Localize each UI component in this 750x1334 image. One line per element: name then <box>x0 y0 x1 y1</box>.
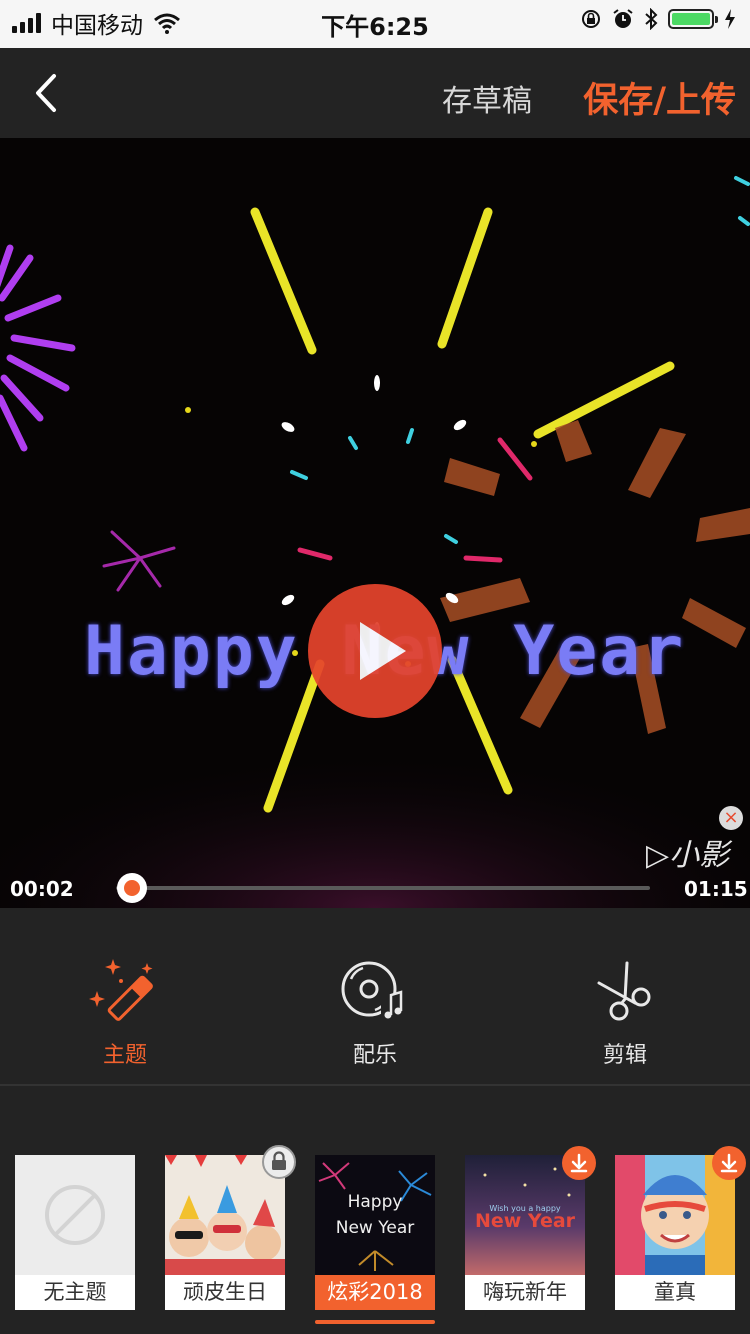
tool-music-label: 配乐 <box>352 1043 397 1068</box>
tool-edit[interactable]: 剪辑 <box>545 955 705 1069</box>
selected-indicator <box>315 1320 435 1324</box>
divider <box>0 1084 750 1086</box>
music-disc-icon <box>341 961 403 1019</box>
thumb-text-1: Happy <box>348 1192 403 1212</box>
status-bar: 中国移动 下午6:25 <box>0 0 750 48</box>
notification-dot <box>706 92 714 100</box>
fireworks-thumb-image: Happy New Year <box>315 1155 435 1275</box>
theme-label: 顽皮生日 <box>165 1275 285 1310</box>
total-time: 01:15 <box>684 877 748 901</box>
theme-label: 无主题 <box>15 1275 135 1310</box>
current-time: 00:02 <box>10 877 74 901</box>
nav-bar: 存草稿 保存/上传 <box>0 48 750 138</box>
download-icon[interactable] <box>562 1146 596 1180</box>
rotation-lock-icon <box>582 10 600 28</box>
back-button[interactable] <box>28 70 68 116</box>
download-icon[interactable] <box>712 1146 746 1180</box>
magic-wand-icon <box>89 959 153 1021</box>
alarm-icon <box>613 9 633 28</box>
charging-icon <box>725 9 735 29</box>
watermark-logo: ▷小影 <box>646 838 730 873</box>
theme-item-none[interactable]: 无主题 <box>15 1155 135 1310</box>
thumb-text-2: New Year <box>336 1218 414 1238</box>
tool-theme[interactable]: 主题 <box>45 955 205 1069</box>
thumb-text-2: New Year <box>475 1210 576 1232</box>
theme-item-dazzle-2018[interactable]: Happy New Year 炫彩2018 <box>315 1155 435 1310</box>
theme-label: 嗨玩新年 <box>465 1275 585 1310</box>
watermark-close-icon[interactable]: × <box>719 806 743 830</box>
battery-icon <box>668 9 718 29</box>
lock-icon <box>262 1145 296 1179</box>
theme-label: 炫彩2018 <box>315 1275 435 1310</box>
video-preview[interactable]: Happy New Year <box>0 138 750 908</box>
theme-thumb-none <box>15 1155 135 1275</box>
bluetooth-icon <box>645 8 658 30</box>
theme-thumb-dazzle: Happy New Year <box>315 1155 435 1275</box>
play-button[interactable] <box>308 584 442 718</box>
status-right <box>580 8 736 30</box>
fireworks-graphic <box>0 176 750 908</box>
progress-knob[interactable] <box>117 873 148 903</box>
tool-music[interactable]: 配乐 <box>295 955 455 1069</box>
progress-track[interactable] <box>116 886 650 890</box>
scissors-icon <box>597 961 651 1021</box>
save-draft-button[interactable]: 存草稿 <box>442 76 532 120</box>
tool-edit-label: 剪辑 <box>602 1043 647 1068</box>
theme-label: 童真 <box>615 1275 735 1310</box>
tool-theme-label: 主题 <box>102 1043 147 1068</box>
theme-item-birthday[interactable]: 顽皮生日 <box>165 1155 285 1310</box>
no-theme-icon <box>45 1185 105 1245</box>
